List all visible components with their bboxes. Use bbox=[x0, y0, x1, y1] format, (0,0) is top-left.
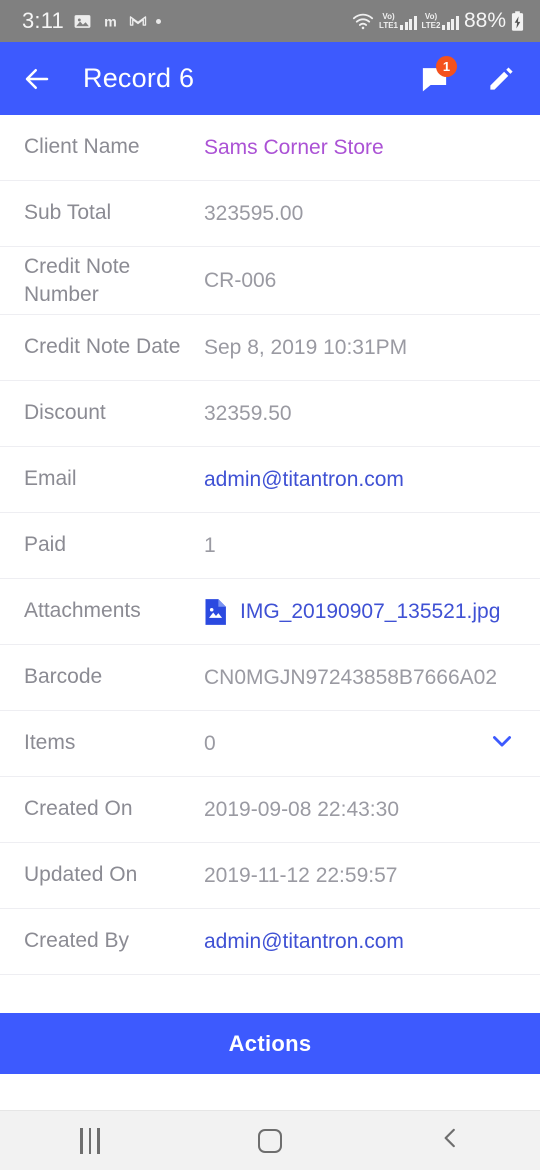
actions-button[interactable]: Actions bbox=[0, 1013, 540, 1074]
field-label: Paid bbox=[24, 533, 67, 557]
field-value-discount: 32359.50 bbox=[204, 401, 292, 425]
field-label: Email bbox=[24, 467, 77, 491]
nav-back-button[interactable] bbox=[360, 1125, 540, 1156]
sim1-bars-icon bbox=[400, 15, 417, 30]
field-value-credit-note-date: Sep 8, 2019 10:31PM bbox=[204, 335, 408, 359]
status-bar-right: Vo) LTE1 Vo) LTE2 88% bbox=[352, 9, 524, 33]
field-row-credit-note-date: Credit Note Date Sep 8, 2019 10:31PM bbox=[0, 315, 540, 381]
app-bar: Record 6 1 bbox=[0, 42, 540, 115]
field-label: Discount bbox=[24, 401, 106, 425]
nav-recents-button[interactable] bbox=[0, 1127, 180, 1154]
field-value-client-name[interactable]: Sams Corner Store bbox=[204, 136, 516, 160]
field-label: Items bbox=[24, 731, 76, 755]
field-row-email[interactable]: Email admin@titantron.com bbox=[0, 447, 540, 513]
page-title: Record 6 bbox=[83, 63, 195, 93]
field-value-items: 0 bbox=[204, 731, 216, 755]
sim2-signal: Vo) LTE2 bbox=[421, 11, 459, 30]
record-detail-list: Client Name Sams Corner Store Sub Total … bbox=[0, 115, 540, 1013]
field-row-barcode: Barcode CN0MGJN97243858B7666A02 bbox=[0, 645, 540, 711]
field-value-attachments-wrap: IMG_20190907_135521.jpg bbox=[204, 598, 516, 626]
svg-text:m: m bbox=[104, 14, 117, 30]
field-row-sub-total: Sub Total 323595.00 bbox=[0, 181, 540, 247]
field-value-email[interactable]: admin@titantron.com bbox=[204, 468, 516, 492]
field-value-updated-on: 2019-11-12 22:59:57 bbox=[204, 863, 398, 887]
field-label: Barcode bbox=[24, 665, 103, 689]
dot-indicator bbox=[156, 18, 161, 24]
field-value-paid: 1 bbox=[204, 533, 216, 557]
field-label: Sub Total bbox=[24, 201, 112, 225]
field-row-credit-note-number: Credit Note Number CR-006 bbox=[0, 247, 540, 315]
field-row-discount: Discount 32359.50 bbox=[0, 381, 540, 447]
system-nav-bar bbox=[0, 1110, 540, 1170]
status-bar-clock: 3:11 bbox=[22, 8, 64, 33]
actions-bottom-gap bbox=[0, 1074, 540, 1110]
pencil-edit-icon[interactable] bbox=[484, 62, 518, 96]
field-row-attachments[interactable]: Attachments IMG_20190907_135521.jpg bbox=[0, 579, 540, 645]
status-bar: 3:11 m Vo) LTE1 Vo) LTE2 88% bbox=[0, 0, 540, 42]
sim2-bars-icon bbox=[442, 15, 459, 30]
phone-screen: 3:11 m Vo) LTE1 Vo) LTE2 88% Record 6 1 … bbox=[0, 0, 540, 1170]
recents-icon[interactable] bbox=[80, 1127, 100, 1154]
field-label: Credit Note Number bbox=[24, 255, 131, 306]
m-app-icon: m bbox=[101, 12, 120, 31]
arrow-back-icon[interactable] bbox=[20, 62, 54, 96]
field-value-sub-total: 323595.00 bbox=[204, 201, 304, 225]
field-value-barcode: CN0MGJN97243858B7666A02 bbox=[204, 665, 498, 689]
wifi-icon bbox=[352, 13, 374, 30]
image-file-icon[interactable] bbox=[204, 598, 228, 626]
field-row-created-by[interactable]: Created By admin@titantron.com bbox=[0, 909, 540, 975]
battery-charging-icon bbox=[511, 10, 524, 32]
field-row-paid: Paid 1 bbox=[0, 513, 540, 579]
back-chevron-icon[interactable] bbox=[437, 1125, 463, 1156]
nav-home-button[interactable] bbox=[180, 1128, 360, 1153]
field-value-attachments[interactable]: IMG_20190907_135521.jpg bbox=[240, 600, 500, 624]
field-label: Client Name bbox=[24, 135, 140, 159]
messages-badge: 1 bbox=[436, 55, 457, 77]
field-label: Attachments bbox=[24, 599, 141, 623]
sim1-signal: Vo) LTE1 bbox=[379, 11, 417, 30]
gallery-icon bbox=[73, 12, 92, 31]
chevron-down-icon[interactable] bbox=[488, 727, 516, 760]
app-bar-actions: 1 bbox=[417, 55, 518, 96]
chat-bubble-icon[interactable]: 1 bbox=[417, 55, 457, 96]
sim2-volte-label: Vo) LTE2 bbox=[421, 11, 441, 30]
field-value-credit-note-number: CR-006 bbox=[204, 268, 277, 292]
field-label: Created On bbox=[24, 797, 133, 821]
gmail-icon bbox=[129, 12, 147, 30]
list-bottom-spacer bbox=[0, 975, 540, 1013]
field-label: Credit Note Date bbox=[24, 335, 181, 359]
field-row-updated-on: Updated On 2019-11-12 22:59:57 bbox=[0, 843, 540, 909]
items-expand-control[interactable] bbox=[488, 727, 516, 760]
field-label: Updated On bbox=[24, 863, 138, 887]
field-value-created-by[interactable]: admin@titantron.com bbox=[204, 930, 516, 954]
status-bar-left: 3:11 m bbox=[22, 8, 161, 34]
field-row-created-on: Created On 2019-09-08 22:43:30 bbox=[0, 777, 540, 843]
field-value-created-on: 2019-09-08 22:43:30 bbox=[204, 797, 399, 821]
field-row-items[interactable]: Items 0 bbox=[0, 711, 540, 777]
home-icon[interactable] bbox=[258, 1128, 282, 1153]
field-label: Created By bbox=[24, 929, 130, 953]
sim1-volte-label: Vo) LTE1 bbox=[379, 11, 398, 30]
field-row-client-name[interactable]: Client Name Sams Corner Store bbox=[0, 115, 540, 181]
battery-percent: 88% bbox=[463, 9, 506, 32]
